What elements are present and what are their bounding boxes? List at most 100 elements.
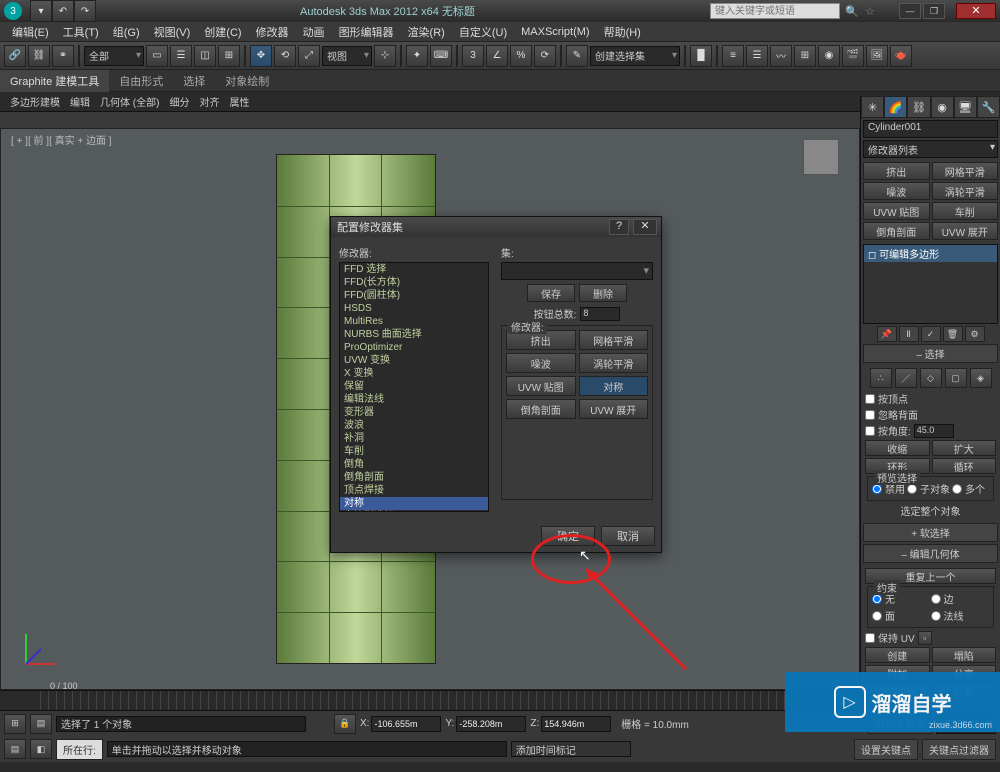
- tb-open-icon[interactable]: ▾: [30, 0, 52, 22]
- list-item[interactable]: 对称: [340, 497, 488, 510]
- percent-snap-icon[interactable]: %: [510, 45, 532, 67]
- named-sel-drop[interactable]: 创建选择集: [590, 46, 680, 66]
- btn-delete-set[interactable]: 删除: [579, 284, 627, 302]
- cmd-tab-create-icon[interactable]: ✳: [861, 96, 884, 118]
- chk-ignoreback[interactable]: 忽略背面: [865, 407, 996, 422]
- tb-redo-icon[interactable]: ↷: [74, 0, 96, 22]
- grid-button[interactable]: UVW 展开: [579, 399, 649, 419]
- time-tag-icon[interactable]: ▤: [30, 714, 52, 734]
- coord-z-input[interactable]: [541, 716, 611, 732]
- ribbon-tab-freeform[interactable]: 自由形式: [109, 70, 173, 92]
- menu-edit[interactable]: 编辑(E): [6, 22, 55, 42]
- list-item[interactable]: MultiRes: [340, 315, 488, 328]
- menu-views[interactable]: 视图(V): [148, 22, 197, 42]
- stack-item-editpoly[interactable]: ◻ 可编辑多边形: [864, 245, 997, 262]
- set-combo[interactable]: [501, 262, 653, 280]
- dialog-help-icon[interactable]: ?: [609, 219, 629, 235]
- prompt-label[interactable]: 所在行:: [56, 739, 103, 760]
- modifiers-listbox[interactable]: FFD 选择FFD(长方体)FFD(圆柱体)HSDSMultiResNURBS …: [339, 262, 489, 512]
- stack-pin-icon[interactable]: 📌: [877, 326, 897, 342]
- grid-button[interactable]: UVW 贴图: [506, 376, 576, 396]
- menu-customize[interactable]: 自定义(U): [453, 22, 513, 42]
- render-icon[interactable]: 🫖: [890, 45, 912, 67]
- keymode-icon[interactable]: ⌨: [430, 45, 452, 67]
- angle-snap-icon[interactable]: ∠: [486, 45, 508, 67]
- list-item[interactable]: 波浪: [340, 419, 488, 432]
- list-item[interactable]: 变形器: [340, 406, 488, 419]
- coord-x-input[interactable]: [371, 716, 441, 732]
- layers-icon[interactable]: ☰: [746, 45, 768, 67]
- list-item[interactable]: 倒角剖面: [340, 471, 488, 484]
- list-item[interactable]: HSDS: [340, 302, 488, 315]
- button-count-spinner[interactable]: 8: [580, 307, 620, 321]
- close-icon[interactable]: ✕: [956, 3, 996, 19]
- subobj-poly-icon[interactable]: ▢: [945, 368, 967, 388]
- sub-geom[interactable]: 几何体 (全部): [96, 93, 163, 110]
- manip-icon[interactable]: ✦: [406, 45, 428, 67]
- btn-extrude[interactable]: 挤出: [863, 162, 930, 180]
- grid-button[interactable]: 对称: [579, 376, 649, 396]
- search-icon[interactable]: 🔍: [845, 5, 859, 18]
- btn-collapse[interactable]: 塌陷: [932, 647, 997, 663]
- list-item[interactable]: 倒角: [340, 458, 488, 471]
- preserve-uv-settings-icon[interactable]: ▫: [918, 631, 932, 645]
- rotate-icon[interactable]: ⟲: [274, 45, 296, 67]
- refcoord-drop[interactable]: 视图: [322, 46, 372, 66]
- list-item[interactable]: 车削: [340, 445, 488, 458]
- minimize-icon[interactable]: —: [899, 3, 921, 19]
- key-filter-button[interactable]: 关键点过滤器: [922, 739, 996, 760]
- select-icon[interactable]: ▭: [146, 45, 168, 67]
- dialog-close-icon[interactable]: ✕: [633, 219, 657, 235]
- modifier-list-drop[interactable]: 修改器列表: [863, 140, 998, 158]
- cmd-tab-utilities-icon[interactable]: 🔧: [977, 96, 1000, 118]
- subobj-border-icon[interactable]: ◇: [920, 368, 942, 388]
- ribbon-tab-graphite[interactable]: Graphite 建模工具: [0, 70, 109, 92]
- scale-icon[interactable]: ⤢: [298, 45, 320, 67]
- sub-polymodel[interactable]: 多边形建模: [6, 93, 64, 110]
- viewcube-icon[interactable]: [803, 139, 839, 175]
- material-editor-icon[interactable]: ◉: [818, 45, 840, 67]
- spinner-snap-icon[interactable]: ⟳: [534, 45, 556, 67]
- btn-shrink[interactable]: 收缩: [865, 440, 930, 456]
- grid-button[interactable]: 涡轮平滑: [579, 353, 649, 373]
- menu-modifiers[interactable]: 修改器: [250, 22, 295, 42]
- sub-align[interactable]: 对齐: [195, 93, 223, 110]
- cancel-button[interactable]: 取消: [601, 526, 655, 546]
- coord-y-input[interactable]: [456, 716, 526, 732]
- script-listener-icon[interactable]: ▤: [4, 739, 26, 759]
- sub-edit[interactable]: 编辑: [66, 93, 94, 110]
- curve-editor-icon[interactable]: 〰: [770, 45, 792, 67]
- snap-icon[interactable]: 3: [462, 45, 484, 67]
- radio-c-normal[interactable]: 法线: [931, 608, 990, 623]
- ribbon-tab-selection[interactable]: 选择: [173, 70, 215, 92]
- btn-lathe[interactable]: 车削: [932, 202, 999, 220]
- radio-c-edge[interactable]: 边: [931, 591, 990, 606]
- list-item[interactable]: UVW 变换: [340, 354, 488, 367]
- btn-grow[interactable]: 扩大: [932, 440, 997, 456]
- stack-unique-icon[interactable]: ✓: [921, 326, 941, 342]
- list-item[interactable]: FFD(圆柱体): [340, 289, 488, 302]
- sub-subdiv[interactable]: 细分: [165, 93, 193, 110]
- list-item[interactable]: 顶点焊接: [340, 484, 488, 497]
- move-icon[interactable]: ✥: [250, 45, 272, 67]
- unlink-icon[interactable]: ⛓: [28, 45, 50, 67]
- list-item[interactable]: X 变换: [340, 367, 488, 380]
- align-icon[interactable]: ≡: [722, 45, 744, 67]
- link-icon[interactable]: 🔗: [4, 45, 26, 67]
- list-item[interactable]: 补洞: [340, 432, 488, 445]
- object-name-field[interactable]: Cylinder001: [863, 120, 998, 138]
- set-key-button[interactable]: 设置关键点: [854, 739, 918, 760]
- comm-icon[interactable]: ☆: [865, 5, 875, 18]
- menu-rendering[interactable]: 渲染(R): [402, 22, 451, 42]
- time-tag-field[interactable]: 添加时间标记: [511, 741, 631, 757]
- list-item[interactable]: 多边形选择: [340, 510, 488, 512]
- stack-config-icon[interactable]: ⚙: [965, 326, 985, 342]
- render-setup-icon[interactable]: 🎬: [842, 45, 864, 67]
- subobj-edge-icon[interactable]: ／: [895, 368, 917, 388]
- menu-help[interactable]: 帮助(H): [598, 22, 647, 42]
- menu-grapheditors[interactable]: 图形编辑器: [333, 22, 400, 42]
- grid-button[interactable]: 倒角剖面: [506, 399, 576, 419]
- window-crossing-icon[interactable]: ⊞: [218, 45, 240, 67]
- btn-save-set[interactable]: 保存: [527, 284, 575, 302]
- menu-group[interactable]: 组(G): [107, 22, 146, 42]
